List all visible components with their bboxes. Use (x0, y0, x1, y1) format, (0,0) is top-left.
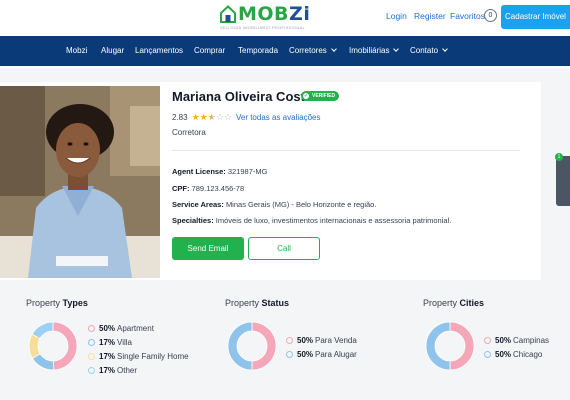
license-row: Agent License: 321987-MG (172, 167, 268, 176)
nav-item-imobiliarias[interactable]: Imobiliárias (349, 46, 400, 55)
specialties-row: Specialties: Imóveis de luxo, investimen… (172, 216, 452, 225)
nav-item-mobzi[interactable]: Mobzi (66, 46, 87, 55)
divider (172, 150, 520, 151)
star-empty-icon: ☆ (223, 112, 232, 122)
legend-item: 17% Single Family Home (88, 352, 189, 361)
rating-stars: ★★★☆☆ (192, 112, 232, 123)
property-cities-donut (425, 321, 475, 371)
send-email-button[interactable]: Send Email (172, 237, 244, 260)
star-filled-icon: ★ (191, 112, 200, 122)
list-property-button[interactable]: Cadastrar Imóvel (501, 5, 570, 29)
chevron-down-icon (330, 46, 337, 52)
agent-photo (0, 86, 160, 278)
nav-item-comprar[interactable]: Comprar (194, 46, 225, 55)
side-widget-badge: 1 (555, 153, 563, 161)
legend-ring-icon (88, 339, 95, 346)
call-button[interactable]: Call (248, 237, 320, 260)
nav-item-temporada[interactable]: Temporada (238, 46, 278, 55)
chevron-down-icon (442, 46, 448, 52)
legend-ring-icon (484, 337, 491, 344)
property-status-donut (227, 321, 277, 371)
legend-ring-icon (286, 337, 293, 344)
donut-slice-other (31, 321, 54, 340)
legend-ring-icon (88, 353, 95, 360)
legend-item: 17% Villa (88, 338, 132, 347)
house-logo-icon (220, 5, 236, 23)
view-reviews-link[interactable]: Ver todas as avaliações (236, 113, 321, 122)
star-empty-icon: ☆ (215, 112, 224, 122)
check-icon: ✓ (303, 93, 309, 99)
donut-slice-apartment (52, 321, 78, 371)
property-types-title: Property Types (26, 298, 88, 308)
favorites-count-badge[interactable]: 0 (484, 9, 497, 22)
legend-item: 50% Apartment (88, 324, 154, 333)
nav-item-alugar[interactable]: Alugar (101, 46, 124, 55)
donut-slice-campinas (449, 321, 475, 371)
legend-ring-icon (484, 351, 491, 358)
property-status-title: Property Status (225, 298, 290, 308)
legend-item: 17% Other (88, 366, 137, 375)
mobzi-logo[interactable]: MOBZi SEU GUIA IMOBILIÁRIO PROFISSIONAL (220, 3, 311, 30)
logo-tagline: SEU GUIA IMOBILIÁRIO PROFISSIONAL (220, 25, 306, 30)
nav-item-lancamentos[interactable]: Lançamentos (135, 46, 183, 55)
legend-ring-icon (286, 351, 293, 358)
service-areas-row: Service Areas: Minas Gerais (MG) - Belo … (172, 200, 377, 209)
star-half-icon: ★ (207, 112, 216, 122)
legend-ring-icon (88, 367, 95, 374)
nav-item-corretores[interactable]: Corretores (289, 46, 337, 55)
favorites-link[interactable]: Favoritos (450, 11, 485, 21)
donut-slice-para-alugar (227, 321, 253, 371)
login-link[interactable]: Login (386, 11, 407, 21)
agent-role: Corretora (172, 128, 206, 137)
legend-ring-icon (88, 325, 95, 332)
property-types-donut (28, 321, 78, 371)
main-nav: Mobzi Alugar Lançamentos Comprar Tempora… (0, 36, 570, 66)
donut-slice-chicago (425, 321, 451, 371)
register-link[interactable]: Register (414, 11, 446, 21)
verified-badge: ✓ VERIFIED (301, 91, 340, 101)
side-widget-tab[interactable] (556, 156, 570, 206)
donut-slice-para-venda (251, 321, 277, 371)
chevron-down-icon (393, 46, 400, 52)
rating-value: 2.83 (172, 113, 188, 122)
legend-item: 50% Campinas (484, 336, 549, 345)
logo-wordmark: MOBZi (238, 3, 311, 25)
property-cities-title: Property Cities (423, 298, 485, 308)
nav-item-contato[interactable]: Contato (410, 46, 448, 55)
legend-item: 50% Para Venda (286, 336, 357, 345)
agent-name: Mariana Oliveira Costa (172, 89, 313, 104)
agent-rating: 2.83 ★★★☆☆ Ver todas as avaliações (172, 112, 320, 123)
cpf-row: CPF: 789.123.456-78 (172, 184, 245, 193)
top-header: MOBZi SEU GUIA IMOBILIÁRIO PROFISSIONAL … (0, 0, 570, 36)
legend-item: 50% Chicago (484, 350, 542, 359)
legend-item: 50% Para Alugar (286, 350, 357, 359)
star-filled-icon: ★ (199, 112, 208, 122)
